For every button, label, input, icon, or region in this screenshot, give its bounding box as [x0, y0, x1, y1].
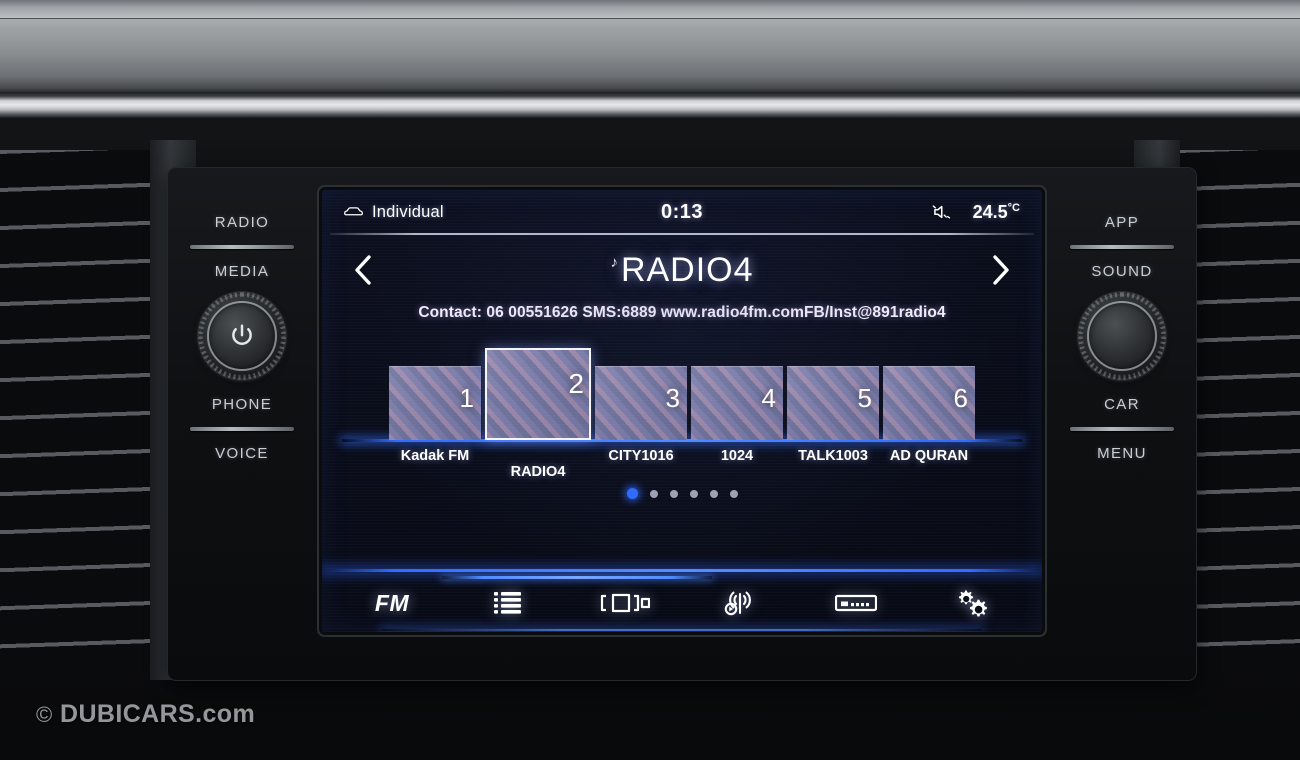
preset-number: 3 — [665, 383, 680, 413]
station-navigation-row: ♪RADIO4 — [322, 240, 1042, 300]
preset-name: TALK1003 — [798, 448, 868, 464]
knob-ridges — [1078, 292, 1166, 380]
pagination-dot[interactable] — [729, 489, 738, 498]
hardware-divider — [190, 427, 294, 431]
power-icon — [232, 324, 252, 345]
hardware-button-sound[interactable]: SOUND — [1048, 263, 1196, 280]
car-dashboard: RADIO MEDIA PHONE VOICE Individual 0:13 … — [0, 0, 1300, 760]
preset-number: 1 — [459, 383, 474, 413]
chevron-right-icon — [993, 255, 1009, 285]
preset-tile[interactable]: 6 AD QURAN — [883, 366, 975, 464]
preset-name: Kadak FM — [400, 448, 470, 464]
preset-name: RADIO4 — [510, 464, 566, 480]
status-bar-divider — [330, 233, 1034, 235]
toolbar-band-label: FM — [374, 589, 410, 616]
station-name: RADIO4 — [620, 250, 754, 289]
preset-name: 1024 — [720, 448, 754, 464]
preset-tile[interactable]: 4 1024 — [691, 366, 783, 464]
power-volume-knob[interactable] — [198, 292, 286, 380]
gears-settings-icon — [954, 588, 990, 618]
status-bar: Individual 0:13 24.5°C — [322, 190, 1042, 235]
hardware-divider — [1070, 245, 1174, 249]
hardware-button-car[interactable]: CAR — [1048, 396, 1196, 413]
tune-knob[interactable] — [1078, 292, 1166, 380]
preset-tile[interactable]: 5 TALK1003 — [787, 366, 879, 464]
hardware-button-radio[interactable]: RADIO — [168, 214, 316, 231]
preset-number: 2 — [568, 368, 584, 399]
hardware-button-app[interactable]: APP — [1048, 214, 1196, 231]
pagination-dot[interactable] — [649, 489, 658, 498]
hardware-button-phone[interactable]: PHONE — [168, 396, 316, 413]
page-title: ♪RADIO4 — [386, 251, 978, 290]
radio-text: Contact: 06 00551626 SMS:6889 www.radio4… — [418, 304, 946, 321]
hardware-button-voice[interactable]: VOICE — [168, 445, 316, 462]
pagination-dot[interactable] — [689, 489, 698, 498]
frequency-band-icon — [835, 593, 877, 613]
pagination-dot[interactable] — [626, 488, 638, 499]
hardware-button-menu[interactable]: MENU — [1048, 445, 1196, 462]
preset-name: AD QURAN — [889, 448, 969, 464]
hardware-button-media[interactable]: MEDIA — [168, 263, 316, 280]
preset-number: 4 — [761, 383, 776, 413]
preset-scan-icon — [598, 591, 650, 615]
preset-number: 6 — [953, 383, 968, 413]
station-list-icon — [493, 590, 523, 616]
watermark-text: DUBICARS.com — [59, 700, 256, 728]
music-note-icon: ♪ — [610, 253, 619, 271]
dashboard-chrome-trim — [0, 92, 1300, 118]
preset-tile[interactable]: 1 Kadak FM — [389, 366, 481, 464]
dashboard-top-padding — [0, 0, 1300, 92]
hardware-divider — [190, 245, 294, 249]
toolbar-band-button[interactable]: FM — [365, 582, 419, 624]
previous-station-button[interactable] — [340, 247, 386, 293]
copyright-symbol: © — [36, 702, 53, 727]
preset-tile[interactable]: 3 CITY1016 — [595, 366, 687, 464]
hardware-controls-right: APP SOUND CAR MENU — [1048, 168, 1196, 680]
preset-tile[interactable]: 2 RADIO4 — [485, 348, 591, 480]
pagination-dot[interactable] — [709, 489, 718, 498]
preset-number: 5 — [857, 383, 872, 413]
dashboard-stitching — [0, 6, 1300, 8]
toolbar-divider — [322, 569, 1042, 572]
watermark: © DUBICARS.com — [36, 700, 255, 729]
hardware-controls-left: RADIO MEDIA PHONE VOICE — [168, 168, 316, 680]
bottom-toolbar: FM — [322, 574, 1042, 632]
infotainment-head-unit: RADIO MEDIA PHONE VOICE Individual 0:13 … — [168, 168, 1196, 680]
infotainment-screen[interactable]: Individual 0:13 24.5°C ♪RADIO4 Contact: … — [322, 190, 1042, 632]
toolbar-presets-button[interactable] — [597, 582, 651, 624]
toolbar-traffic-button[interactable] — [713, 582, 767, 624]
status-clock: 0:13 — [660, 200, 704, 223]
pagination-dots[interactable] — [322, 488, 1042, 499]
toolbar-manual-button[interactable] — [829, 582, 883, 624]
preset-name: CITY1016 — [608, 448, 674, 464]
radio-broadcast-icon — [723, 588, 757, 618]
hardware-divider — [1070, 427, 1174, 431]
toolbar-settings-button[interactable] — [945, 582, 999, 624]
pagination-dot[interactable] — [669, 489, 678, 498]
preset-list: 1 Kadak FM 2 RADIO4 3 CITY1016 4 1024 5 TALK1003 6… — [322, 344, 1042, 480]
chevron-left-icon — [355, 255, 371, 285]
toolbar-bottom-glow — [382, 629, 982, 631]
toolbar-list-button[interactable] — [481, 582, 535, 624]
next-station-button[interactable] — [978, 247, 1024, 293]
